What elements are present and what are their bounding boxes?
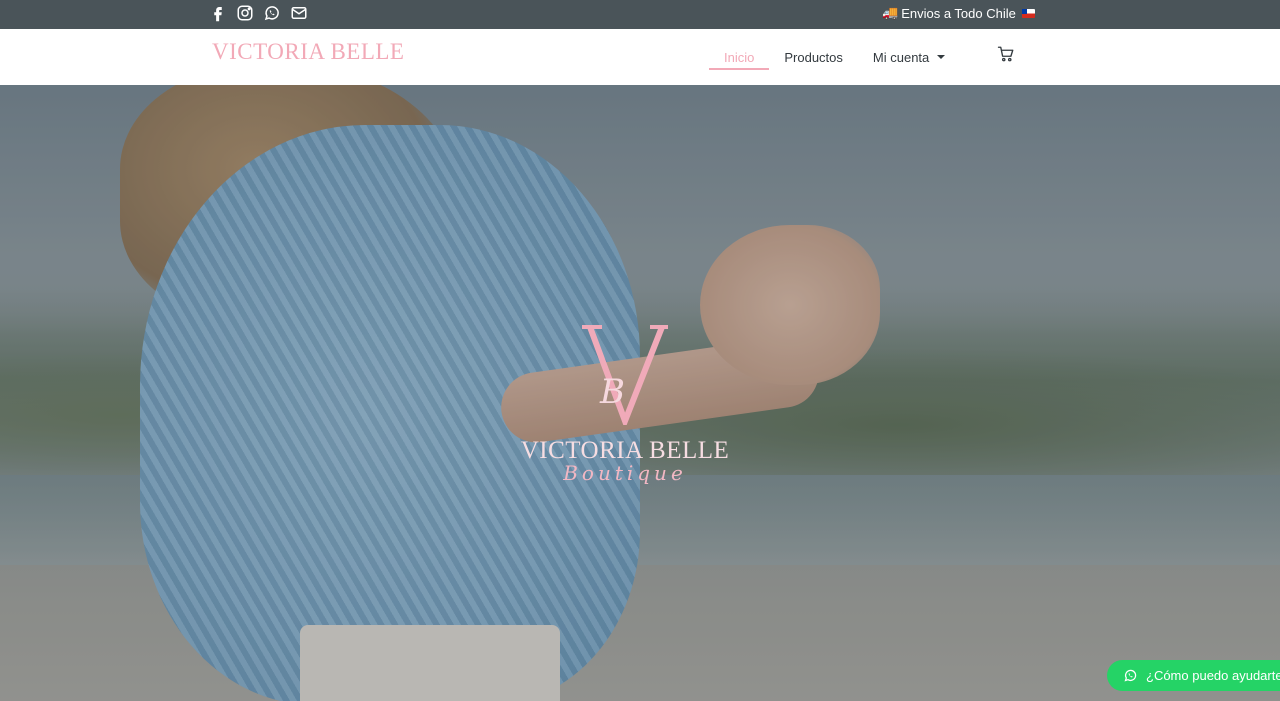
site-header: VICTORIA BELLE Inicio Productos Mi cuent… <box>0 29 1280 85</box>
chile-flag-icon <box>1021 8 1035 18</box>
svg-text:B: B <box>599 372 625 412</box>
chat-label: ¿Cómo puedo ayudarte? <box>1146 668 1280 683</box>
hero-banner: B VICTORIA BELLE Boutique <box>0 85 1280 701</box>
bv-monogram-icon: B <box>582 325 668 425</box>
caret-down-icon <box>937 55 946 59</box>
envelope-icon[interactable] <box>290 4 308 22</box>
truck-icon: 🚚 <box>882 5 899 20</box>
social-links <box>209 4 308 22</box>
nav-item-label: Inicio <box>724 49 755 65</box>
whatsapp-icon[interactable] <box>263 4 281 22</box>
whatsapp-icon <box>1124 669 1137 682</box>
facebook-icon[interactable] <box>209 4 227 22</box>
nav-item-mi-cuenta[interactable]: Mi cuenta <box>858 29 960 85</box>
top-bar: 🚚 Envios a Todo Chile <box>0 0 1280 29</box>
brand-logo[interactable]: VICTORIA BELLE <box>212 39 404 65</box>
nav-item-label: Productos <box>784 49 843 65</box>
nav-item-productos[interactable]: Productos <box>769 29 858 85</box>
nav-item-inicio[interactable]: Inicio <box>709 29 770 85</box>
shopping-cart-icon[interactable] <box>997 45 1015 63</box>
hero-logo: B VICTORIA BELLE Boutique <box>520 325 730 485</box>
shipping-notice: 🚚 Envios a Todo Chile <box>882 5 1035 21</box>
shipping-text: Envios a Todo Chile <box>901 5 1016 21</box>
main-nav: Inicio Productos Mi cuenta <box>709 29 960 85</box>
whatsapp-chat-button[interactable]: ¿Cómo puedo ayudarte? <box>1107 660 1280 691</box>
nav-item-label: Mi cuenta <box>872 49 930 65</box>
instagram-icon[interactable] <box>236 4 254 22</box>
